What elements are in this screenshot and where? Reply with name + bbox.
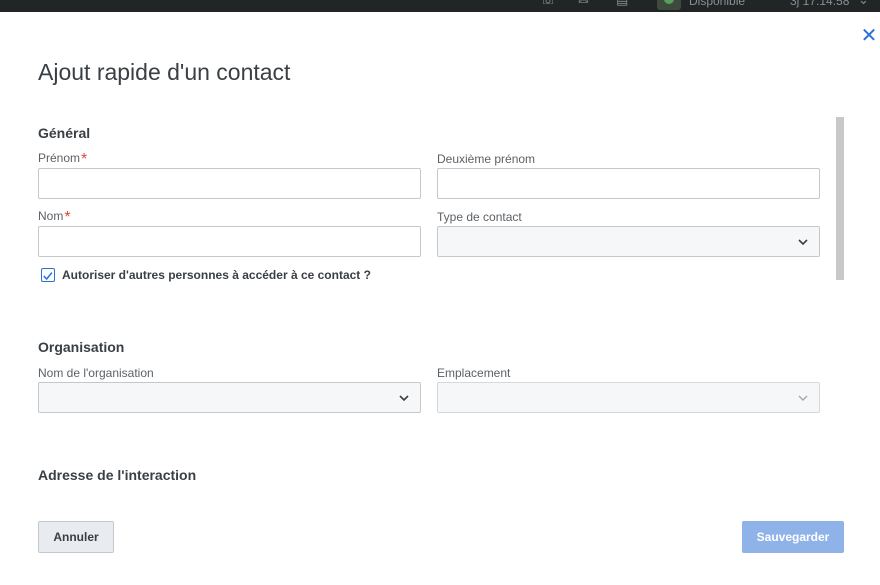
contact-type-select[interactable]	[437, 226, 820, 257]
phone-icon[interactable]: ☏	[540, 0, 556, 8]
mail-icon[interactable]: ✉	[578, 0, 592, 8]
scrollbar[interactable]	[836, 117, 844, 280]
first-name-input[interactable]	[38, 168, 421, 199]
first-name-label-text: Prénom	[38, 151, 81, 165]
location-select[interactable]	[437, 382, 820, 413]
location-label: Emplacement	[437, 366, 511, 380]
clipboard-icon[interactable]: ▤	[616, 0, 630, 8]
status-text[interactable]: Disponible	[689, 0, 745, 8]
dialog-title: Ajout rapide d'un contact	[38, 59, 291, 85]
close-icon[interactable]: ✕	[859, 25, 879, 45]
contact-type-label: Type de contact	[437, 210, 522, 224]
status-indicator[interactable]	[657, 0, 681, 10]
status-dot	[664, 0, 674, 4]
chevron-down-icon	[798, 395, 808, 401]
top-status-bar: ☏ ✉ ▤ Disponible 3j 17:14:58 ⌄	[0, 0, 880, 12]
required-asterisk: *	[64, 209, 71, 226]
chevron-down-icon	[399, 395, 409, 402]
last-name-label: Nom*	[38, 209, 71, 226]
allow-access-checkbox[interactable]	[41, 268, 55, 282]
chevron-down-icon[interactable]: ⌄	[858, 0, 872, 8]
section-interaction-heading: Adresse de l'interaction	[38, 467, 197, 483]
required-asterisk: *	[81, 151, 88, 168]
chevron-down-icon	[798, 239, 808, 246]
org-name-label: Nom de l'organisation	[38, 366, 154, 380]
save-button[interactable]: Sauvegarder	[742, 521, 844, 553]
first-name-label: Prénom*	[38, 151, 88, 168]
allow-access-label[interactable]: Autoriser d'autres personnes à accéder à…	[62, 268, 371, 282]
last-name-label-text: Nom	[38, 209, 64, 223]
middle-name-input[interactable]	[437, 168, 820, 199]
cancel-button[interactable]: Annuler	[38, 521, 114, 553]
org-name-select[interactable]	[38, 382, 421, 413]
session-timer: 3j 17:14:58	[790, 0, 850, 8]
checkmark-icon	[43, 272, 53, 281]
middle-name-label: Deuxième prénom	[437, 152, 536, 166]
section-general-heading: Général	[38, 125, 91, 141]
last-name-input[interactable]	[38, 226, 421, 257]
section-organisation-heading: Organisation	[38, 339, 125, 355]
